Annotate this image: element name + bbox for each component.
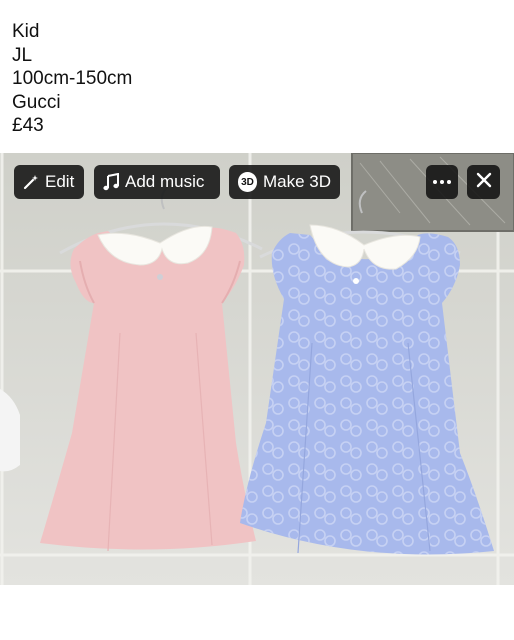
- add-music-label: Add music: [125, 172, 205, 191]
- more-options-button[interactable]: [426, 165, 458, 199]
- image-toolbar: Edit Add music 3D Make 3D: [0, 165, 514, 199]
- post-caption: Kid JL 100cm-150cm Gucci £43: [12, 20, 132, 138]
- edit-button[interactable]: Edit: [14, 165, 84, 199]
- music-note-icon: [103, 173, 119, 191]
- more-horizontal-icon: [433, 180, 451, 184]
- caption-size-range: 100cm-150cm: [12, 68, 133, 89]
- caption-code: JL: [12, 44, 33, 66]
- close-icon: [476, 172, 492, 193]
- add-music-button[interactable]: Add music: [94, 165, 220, 199]
- edit-label: Edit: [45, 172, 75, 191]
- caption-category: Kid: [12, 21, 40, 42]
- caption-price: £43: [12, 115, 44, 136]
- caption-brand: Gucci: [12, 91, 61, 113]
- close-button[interactable]: [467, 165, 500, 199]
- make-3d-label: Make 3D: [262, 172, 331, 191]
- 3d-badge-icon: 3D: [238, 172, 257, 192]
- product-photo[interactable]: [0, 153, 514, 585]
- magic-wand-icon: [23, 174, 39, 190]
- make-3d-button[interactable]: 3D Make 3D: [229, 165, 340, 199]
- dresses-image: [0, 153, 514, 585]
